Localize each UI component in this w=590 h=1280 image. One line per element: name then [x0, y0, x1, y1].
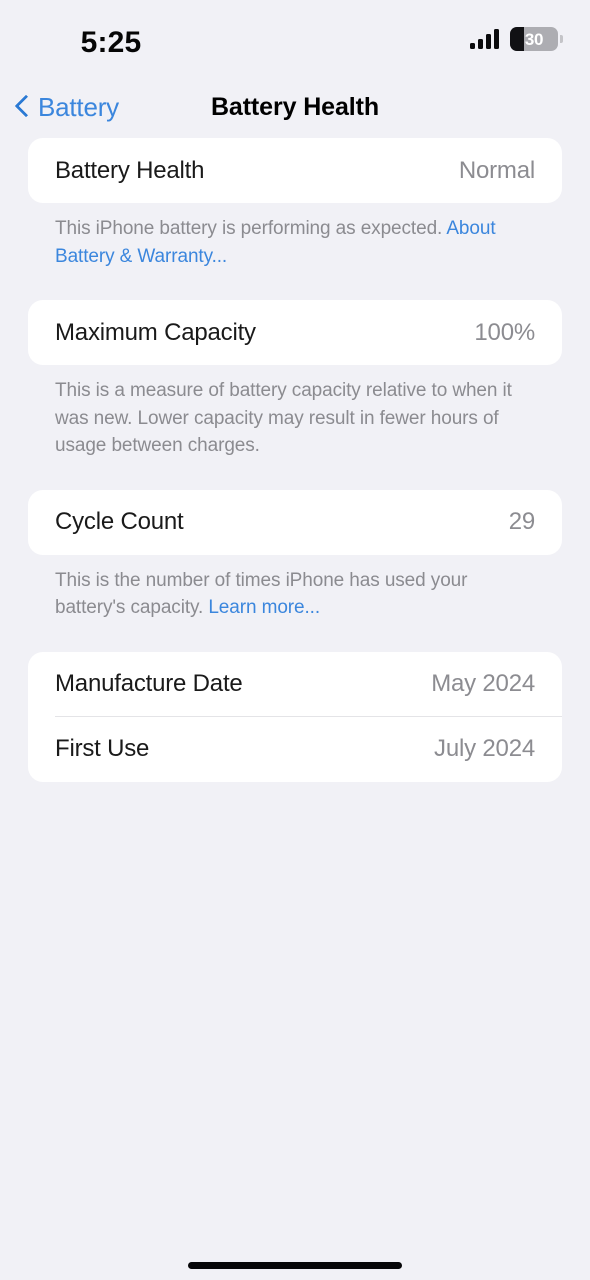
row-maximum-capacity-value: 100%: [474, 318, 535, 346]
status-bar-time: 5:25: [80, 26, 142, 59]
battery-health-footnote-text: This iPhone battery is performing as exp…: [55, 218, 447, 239]
status-bar: 5:25 30: [0, 0, 590, 76]
row-manufacture-date-value: May 2024: [431, 670, 535, 697]
battery-health-card: Battery Health Normal: [28, 138, 562, 203]
row-first-use[interactable]: First Use July 2024: [28, 717, 562, 782]
cellular-signal-icon: [470, 29, 499, 49]
row-battery-health-label: Battery Health: [55, 156, 205, 184]
settings-content: Battery Health Normal This iPhone batter…: [0, 138, 590, 782]
row-first-use-label: First Use: [55, 735, 150, 762]
row-maximum-capacity-label: Maximum Capacity: [55, 318, 256, 346]
row-cycle-count-value: 29: [508, 508, 535, 535]
learn-more-link[interactable]: Learn more...: [208, 597, 320, 618]
maximum-capacity-footnote: This is a measure of battery capacity re…: [55, 380, 512, 456]
row-manufacture-date-label: Manufacture Date: [55, 670, 243, 697]
row-first-use-value: July 2024: [434, 735, 535, 762]
row-manufacture-date[interactable]: Manufacture Date May 2024: [28, 652, 562, 717]
battery-fill-level: [510, 27, 525, 51]
dates-card: Manufacture Date May 2024 First Use July…: [28, 651, 562, 782]
row-maximum-capacity[interactable]: Maximum Capacity 100%: [28, 300, 562, 365]
battery-percent-label: 30: [524, 29, 544, 49]
page-title: Battery Health: [210, 92, 380, 121]
status-bar-indicators: 30: [470, 27, 563, 51]
battery-icon: 30: [510, 27, 563, 51]
cycle-count-footnote: This is the number of times iPhone has u…: [28, 555, 562, 622]
row-battery-health-value: Normal: [458, 156, 535, 184]
row-battery-health[interactable]: Battery Health Normal: [28, 138, 562, 203]
navigation-bar: Battery Battery Health: [0, 76, 590, 138]
row-cycle-count[interactable]: Cycle Count 29: [28, 490, 562, 555]
battery-health-footnote: This iPhone battery is performing as exp…: [28, 203, 562, 270]
cycle-count-card: Cycle Count 29: [28, 489, 562, 555]
row-cycle-count-label: Cycle Count: [55, 508, 184, 535]
home-indicator[interactable]: [188, 1262, 402, 1269]
maximum-capacity-card: Maximum Capacity 100%: [28, 300, 562, 365]
